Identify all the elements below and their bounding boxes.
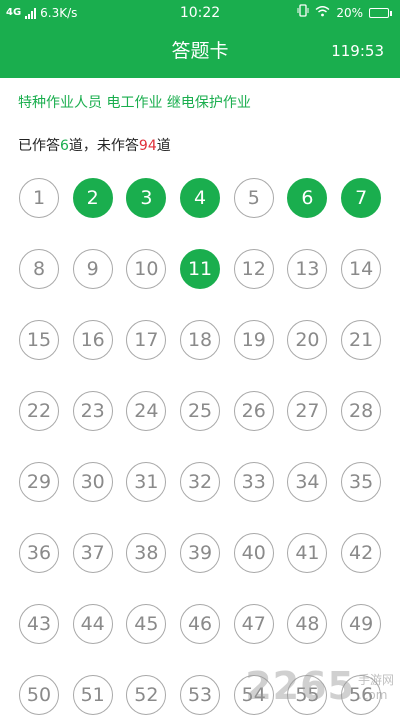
summary-prefix: 已作答 xyxy=(18,138,60,154)
question-button-10[interactable]: 10 xyxy=(126,249,167,289)
question-button-12[interactable]: 12 xyxy=(233,249,274,289)
app-header: 4G 6.3K/s 10:22 20% 答题卡 119:53 xyxy=(0,0,400,78)
battery-percent: 20% xyxy=(336,6,363,20)
question-button-50[interactable]: 50 xyxy=(19,675,59,715)
question-button-20[interactable]: 20 xyxy=(287,320,328,360)
question-button-4[interactable]: 4 xyxy=(180,178,221,218)
question-button-47[interactable]: 47 xyxy=(233,604,274,644)
question-button-3[interactable]: 3 xyxy=(126,178,167,218)
question-button-33[interactable]: 33 xyxy=(233,462,274,502)
question-button-48[interactable]: 48 xyxy=(287,604,328,644)
question-button-24[interactable]: 24 xyxy=(126,391,167,431)
question-button-55[interactable]: 55 xyxy=(287,675,328,715)
question-button-41[interactable]: 41 xyxy=(287,533,328,573)
question-button-9[interactable]: 9 xyxy=(72,249,113,289)
question-button-56[interactable]: 56 xyxy=(341,675,382,715)
question-button-7[interactable]: 7 xyxy=(341,178,382,218)
exam-timer: 119:53 xyxy=(331,42,384,60)
question-button-22[interactable]: 22 xyxy=(19,391,59,431)
question-button-17[interactable]: 17 xyxy=(126,320,167,360)
question-button-44[interactable]: 44 xyxy=(72,604,113,644)
question-button-53[interactable]: 53 xyxy=(180,675,221,715)
question-button-32[interactable]: 32 xyxy=(180,462,221,502)
unanswered-count: 94 xyxy=(138,138,157,154)
question-button-38[interactable]: 38 xyxy=(126,533,167,573)
question-button-27[interactable]: 27 xyxy=(287,391,328,431)
title-bar: 答题卡 119:53 xyxy=(0,28,400,74)
question-button-5[interactable]: 5 xyxy=(233,178,274,218)
question-button-6[interactable]: 6 xyxy=(287,178,328,218)
question-button-49[interactable]: 49 xyxy=(341,604,382,644)
question-grid: 1 2 3 4 5 6 7 8 9 10 11 12 13 14 15 16 17 18 19 20 21 22 23 24 2… xyxy=(19,178,383,715)
question-button-25[interactable]: 25 xyxy=(180,391,221,431)
subject-label: 特种作业人员 电工作业 继电保护作业 xyxy=(18,95,251,111)
status-right: 20% xyxy=(297,0,392,26)
question-button-16[interactable]: 16 xyxy=(72,320,113,360)
question-button-37[interactable]: 37 xyxy=(72,533,113,573)
question-button-19[interactable]: 19 xyxy=(233,320,274,360)
question-button-11[interactable]: 11 xyxy=(180,249,221,289)
answer-summary: 已作答6道，未作答94道 xyxy=(18,135,171,155)
answered-count: 6 xyxy=(60,138,69,154)
question-button-36[interactable]: 36 xyxy=(19,533,59,573)
summary-middle: 道，未作答 xyxy=(68,138,139,154)
summary-suffix: 道 xyxy=(156,138,171,154)
question-button-18[interactable]: 18 xyxy=(180,320,221,360)
question-button-46[interactable]: 46 xyxy=(180,604,221,644)
question-button-28[interactable]: 28 xyxy=(341,391,382,431)
question-button-21[interactable]: 21 xyxy=(341,320,382,360)
question-button-23[interactable]: 23 xyxy=(72,391,113,431)
question-button-40[interactable]: 40 xyxy=(233,533,274,573)
question-button-29[interactable]: 29 xyxy=(19,462,59,502)
question-button-34[interactable]: 34 xyxy=(287,462,328,502)
question-button-30[interactable]: 30 xyxy=(72,462,113,502)
question-button-31[interactable]: 31 xyxy=(126,462,167,502)
question-button-14[interactable]: 14 xyxy=(341,249,382,289)
question-button-43[interactable]: 43 xyxy=(19,604,59,644)
question-button-42[interactable]: 42 xyxy=(341,533,382,573)
question-button-8[interactable]: 8 xyxy=(19,249,59,289)
question-button-15[interactable]: 15 xyxy=(19,320,59,360)
question-button-35[interactable]: 35 xyxy=(341,462,382,502)
wifi-icon xyxy=(315,0,330,26)
question-button-26[interactable]: 26 xyxy=(233,391,274,431)
question-button-45[interactable]: 45 xyxy=(126,604,167,644)
question-button-2[interactable]: 2 xyxy=(72,178,113,218)
question-button-52[interactable]: 52 xyxy=(126,675,167,715)
question-button-51[interactable]: 51 xyxy=(72,675,113,715)
question-button-39[interactable]: 39 xyxy=(180,533,221,573)
question-button-1[interactable]: 1 xyxy=(19,178,59,218)
status-bar: 4G 6.3K/s 10:22 20% xyxy=(0,0,400,26)
question-button-13[interactable]: 13 xyxy=(287,249,328,289)
battery-icon xyxy=(369,8,392,18)
question-button-54[interactable]: 54 xyxy=(233,675,274,715)
vibrate-icon xyxy=(297,0,309,26)
